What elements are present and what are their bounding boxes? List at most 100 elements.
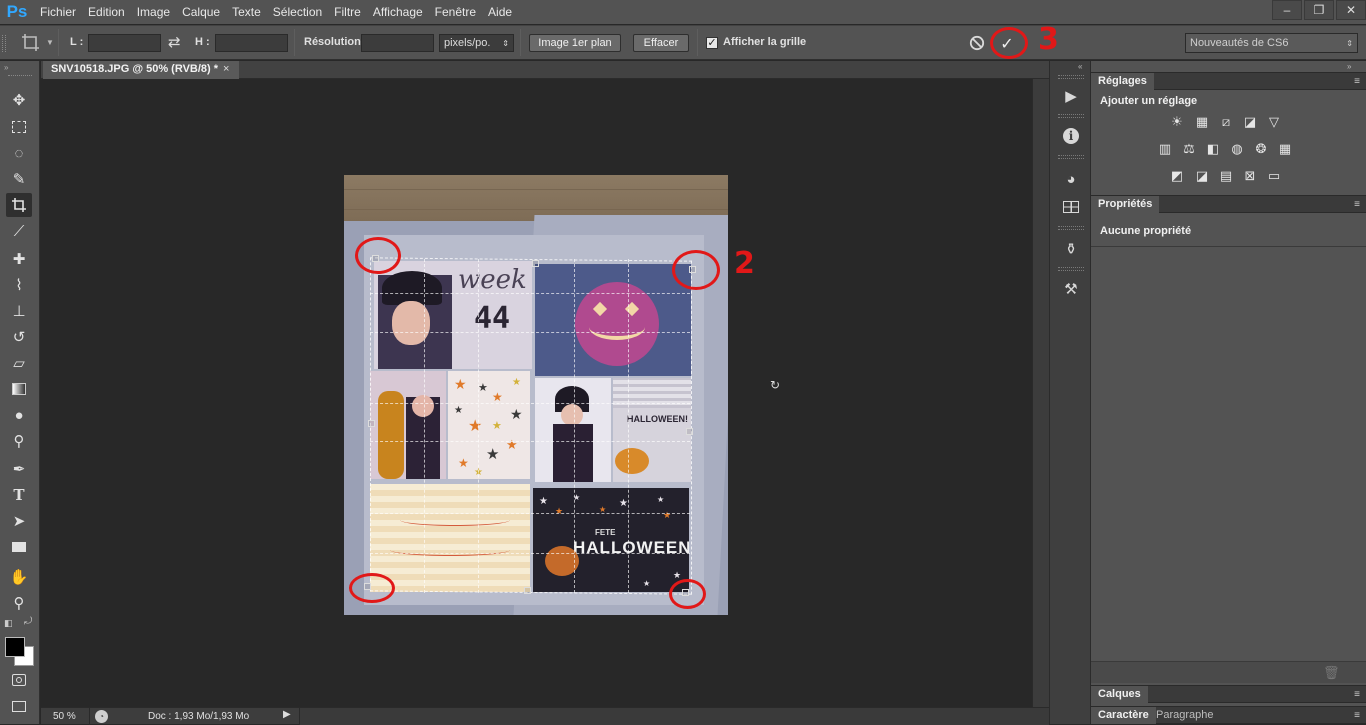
menu-fenetre[interactable]: Fenêtre [429, 0, 482, 24]
restore-button[interactable]: ❐ [1304, 0, 1334, 20]
hue-saturation-icon[interactable]: ▥ [1156, 141, 1174, 157]
blur-tool-icon[interactable]: ● [6, 403, 32, 427]
pen-tool-icon[interactable]: ✒ [6, 457, 32, 481]
horizontal-scrollbar[interactable] [299, 708, 1049, 725]
swap-icon[interactable]: ⇄ [168, 33, 181, 51]
close-button[interactable]: ✕ [1336, 0, 1366, 20]
curves-icon[interactable]: ⧄ [1217, 114, 1235, 130]
document-tab[interactable]: SNV10518.JPG @ 50% (RVB/8) * [43, 61, 239, 79]
menu-aide[interactable]: Aide [482, 0, 518, 24]
chevron-down-icon[interactable]: ▼ [46, 38, 54, 47]
tab-paragraph[interactable]: Paragraphe [1149, 707, 1221, 724]
status-info-icon[interactable]: ◔ [95, 710, 108, 723]
collapse-panels-icon[interactable]: » [1347, 62, 1351, 71]
swap-colors-icon[interactable]: ⤾ [24, 616, 32, 627]
annotation-circle-commit [990, 27, 1028, 59]
color-balance-icon[interactable]: ⚖ [1180, 141, 1198, 157]
menu-fichier[interactable]: Fichier [34, 0, 82, 24]
swatches-grid-icon[interactable] [1057, 195, 1085, 219]
threshold-icon[interactable]: ▤ [1217, 168, 1235, 184]
workspace-select[interactable]: Nouveautés de CS6 ⇕ [1185, 33, 1358, 53]
clear-button[interactable]: Effacer [633, 34, 689, 52]
resolution-unit-select[interactable]: pixels/po. ⇕ [439, 34, 514, 52]
eyedropper-tool-icon[interactable]: ⟋ [6, 219, 32, 243]
document-image[interactable]: week 44 ★ ★ ★ ★ ★ ★ ★ ★ ★ ★ ★ ★ HALLOWEEN! [344, 175, 728, 615]
tool-presets-icon[interactable]: ⚒ [1057, 277, 1085, 301]
quick-selection-tool-icon[interactable]: ✎ [6, 167, 32, 191]
menu-texte[interactable]: Texte [226, 0, 267, 24]
tab-properties[interactable]: Propriétés [1091, 196, 1160, 213]
crop-handle-left[interactable] [368, 420, 375, 427]
marquee-tool-icon[interactable] [6, 115, 32, 139]
brush-tool-icon[interactable]: ⌇ [6, 273, 32, 297]
tab-character[interactable]: Caractère [1091, 707, 1156, 724]
menu-affichage[interactable]: Affichage [367, 0, 429, 24]
vibrance-icon[interactable]: ▽ [1265, 114, 1283, 130]
invert-icon[interactable]: ◩ [1168, 168, 1186, 184]
zoom-level[interactable]: 50 % [53, 711, 76, 722]
channel-mixer-icon[interactable]: ❂ [1252, 141, 1270, 157]
type-tool-icon[interactable]: T [6, 483, 32, 507]
move-tool-icon[interactable]: ✥ [6, 88, 32, 112]
hand-tool-icon[interactable]: ✋ [6, 565, 32, 589]
crop-handle-top[interactable] [532, 260, 539, 267]
dodge-tool-icon[interactable]: ⚲ [6, 429, 32, 453]
photo-filter-icon[interactable]: ◍ [1228, 141, 1246, 157]
menu-edition[interactable]: Edition [82, 0, 131, 24]
menu-calque[interactable]: Calque [176, 0, 226, 24]
brightness-contrast-icon[interactable]: ☀ [1168, 114, 1186, 130]
front-image-button[interactable]: Image 1er plan [529, 34, 621, 52]
info-icon[interactable]: i [1057, 124, 1085, 148]
crop-handle-bottom[interactable] [524, 587, 531, 594]
canvas-scrollbar[interactable] [1032, 79, 1049, 707]
panel-menu-icon[interactable]: ≡ [1354, 76, 1360, 87]
levels-icon[interactable]: ▦ [1193, 114, 1211, 130]
rectangle-tool-icon[interactable] [6, 535, 32, 559]
status-menu-arrow-icon[interactable]: ▶ [283, 709, 297, 724]
crop-handle-right[interactable] [686, 428, 693, 435]
lasso-tool-icon[interactable]: ◌ [6, 141, 32, 165]
panel-menu-icon[interactable]: ≡ [1354, 689, 1360, 700]
actions-play-icon[interactable]: ▶ [1057, 84, 1085, 108]
gradient-tool-icon[interactable] [6, 377, 32, 401]
resolution-input[interactable] [361, 34, 434, 52]
history-brush-tool-icon[interactable]: ↺ [6, 325, 32, 349]
gradient-map-icon[interactable]: ▭ [1265, 168, 1283, 184]
healing-brush-tool-icon[interactable]: ✚ [6, 247, 32, 271]
grid-checkbox-label: Afficher la grille [723, 36, 807, 48]
document-tab-close-icon[interactable]: × [223, 63, 229, 75]
panel-menu-icon[interactable]: ≡ [1354, 710, 1360, 721]
expand-icon[interactable]: « [1078, 62, 1082, 71]
height-input[interactable] [215, 34, 288, 52]
swatches-palette-icon[interactable]: ◕ [1057, 167, 1085, 191]
crop-tool-icon[interactable] [6, 193, 32, 217]
collapse-icon[interactable]: » [4, 63, 8, 72]
brush-presets-icon[interactable]: ⚱ [1057, 237, 1085, 261]
crop-boundary[interactable] [370, 257, 692, 595]
minimize-button[interactable]: – [1272, 0, 1302, 20]
menu-selection[interactable]: Sélection [267, 0, 328, 24]
cancel-icon[interactable] [969, 35, 985, 51]
clone-stamp-tool-icon[interactable]: ⊥ [6, 299, 32, 323]
grid-checkbox[interactable]: ✓ [706, 37, 718, 49]
eraser-tool-icon[interactable]: ▱ [6, 351, 32, 375]
screen-mode-icon[interactable] [6, 694, 32, 718]
panel-menu-icon[interactable]: ≡ [1354, 199, 1360, 210]
quick-mask-icon[interactable] [6, 668, 32, 692]
foreground-color-swatch[interactable] [5, 637, 25, 657]
crop-preset-icon[interactable] [20, 32, 42, 54]
menu-filtre[interactable]: Filtre [328, 0, 367, 24]
tab-layers[interactable]: Calques [1091, 686, 1148, 703]
black-white-icon[interactable]: ◧ [1204, 141, 1222, 157]
posterize-icon[interactable]: ◪ [1193, 168, 1211, 184]
zoom-tool-icon[interactable]: ⚲ [6, 591, 32, 615]
trash-icon[interactable]: 🗑 [1323, 665, 1340, 681]
exposure-icon[interactable]: ◪ [1241, 114, 1259, 130]
path-selection-tool-icon[interactable]: ➤ [6, 509, 32, 533]
tab-adjustments[interactable]: Réglages [1091, 73, 1154, 90]
selective-color-icon[interactable]: ⊠ [1241, 168, 1259, 184]
menu-image[interactable]: Image [131, 0, 176, 24]
width-input[interactable] [88, 34, 161, 52]
default-colors-icon[interactable]: ◧ [4, 618, 13, 629]
color-lookup-icon[interactable]: ▦ [1276, 141, 1294, 157]
